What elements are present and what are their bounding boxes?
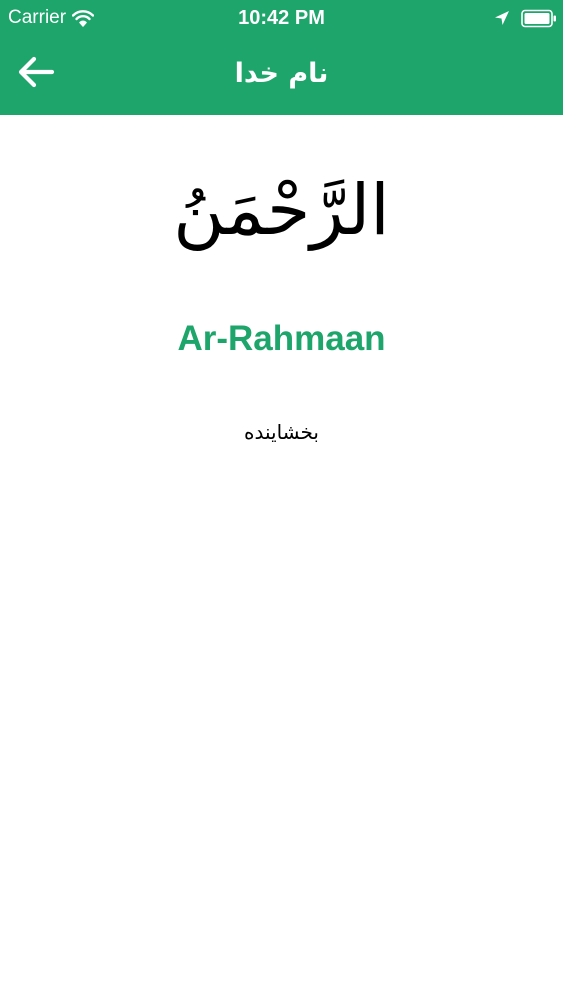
transliteration-text: Ar-Rahmaan bbox=[177, 319, 386, 358]
location-arrow-icon bbox=[495, 11, 509, 25]
navigation-bar: نام خدا bbox=[0, 38, 563, 115]
app-header: Carrier 10:42 PM نام خدا bbox=[0, 0, 563, 115]
battery-icon bbox=[521, 9, 556, 28]
status-bar: Carrier 10:42 PM bbox=[0, 0, 563, 38]
status-time: 10:42 PM bbox=[238, 7, 325, 29]
page-title: نام خدا bbox=[234, 58, 329, 89]
meaning-text: بخشاینده bbox=[244, 420, 319, 444]
arabic-name-text: الرَّحْمَنُ bbox=[173, 169, 390, 251]
